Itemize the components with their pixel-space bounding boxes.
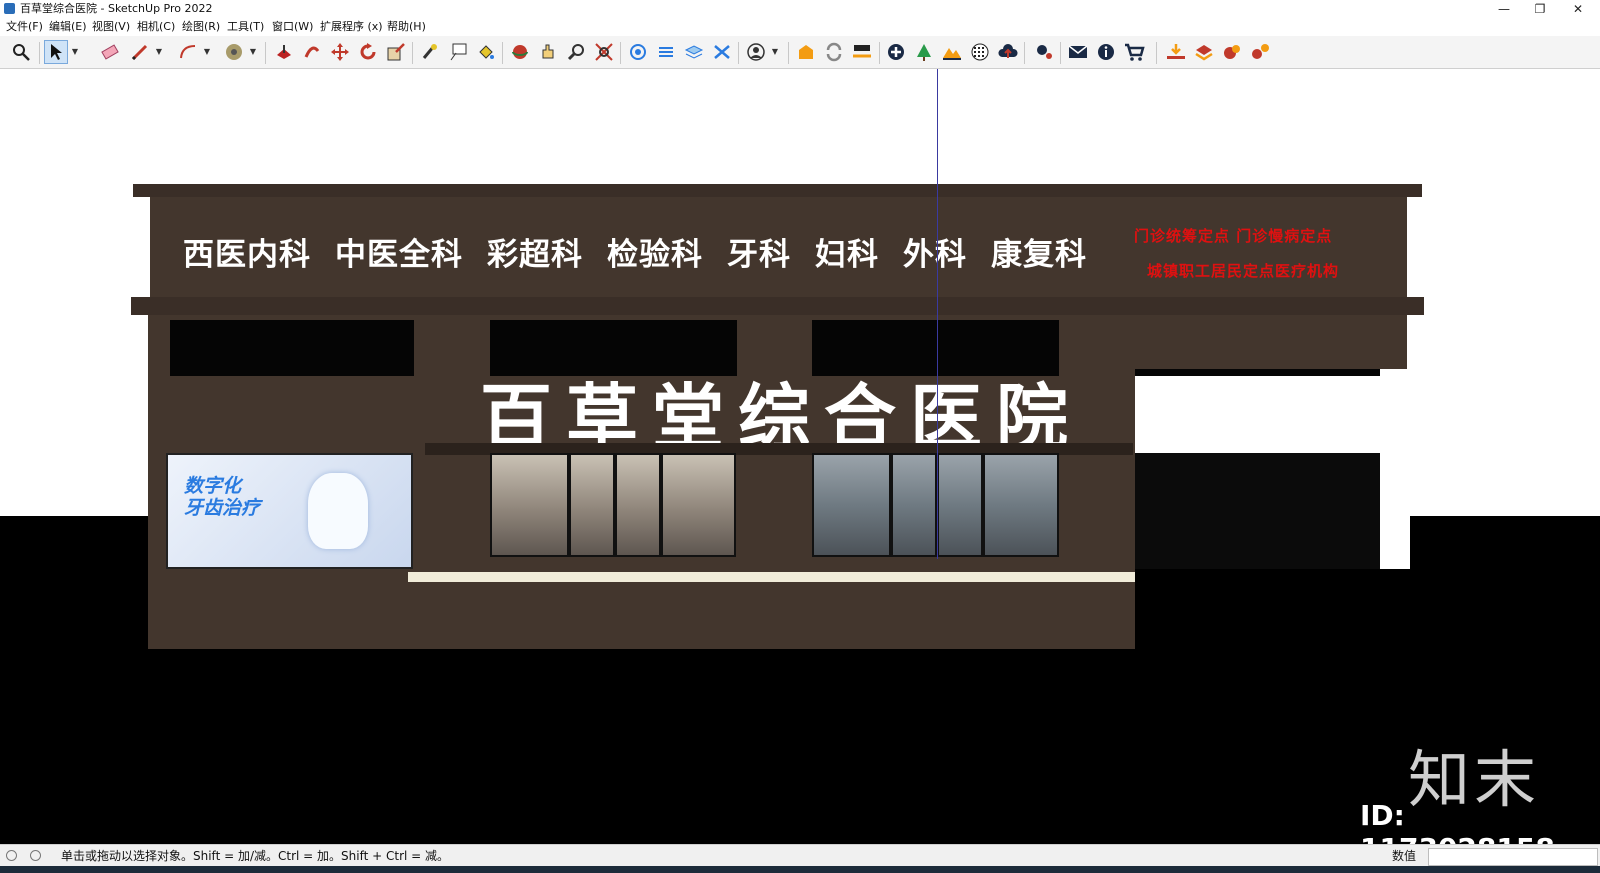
export-icon[interactable]: [1192, 40, 1216, 64]
eraser-icon[interactable]: [98, 40, 122, 64]
paint-dropdown[interactable]: ▼: [248, 40, 258, 64]
status-bar: 单击或拖动以选择对象。Shift = 加/减。Ctrl = 加。Shift + …: [0, 844, 1600, 867]
section-icon[interactable]: [626, 40, 650, 64]
main-toolbar: ▼ ▼ ▼ ▼ ▼: [0, 36, 1600, 69]
pencil-icon[interactable]: [128, 40, 152, 64]
dental-ad-panel: 数字化 牙齿治疗: [166, 453, 413, 569]
transfer-icon[interactable]: [850, 40, 874, 64]
ad-title: 数字化 牙齿治疗: [184, 475, 261, 519]
info-icon[interactable]: [1094, 40, 1118, 64]
insurance-notice-line1: 门诊统筹定点 门诊慢病定点: [1134, 227, 1333, 245]
zoom-icon[interactable]: [564, 40, 588, 64]
minimize-button[interactable]: —: [1488, 0, 1520, 18]
arc-icon[interactable]: [176, 40, 200, 64]
settings-icon[interactable]: [1032, 40, 1056, 64]
menu-tools[interactable]: 工具(T): [227, 18, 264, 36]
sketchup-app-icon: [4, 3, 15, 14]
status-message: 单击或拖动以选择对象。Shift = 加/减。Ctrl = 加。Shift + …: [61, 849, 450, 863]
pencil-dropdown[interactable]: ▼: [154, 40, 164, 64]
title-bar: 百草堂综合医院 - SketchUp Pro 2022 — ❐ ✕: [0, 0, 1600, 18]
storefront-glass-right: [812, 453, 1059, 557]
menu-view[interactable]: 视图(V): [92, 18, 130, 36]
paint-icon[interactable]: [222, 40, 246, 64]
department-label: 康复科: [991, 237, 1087, 273]
texture-icon[interactable]: [968, 40, 992, 64]
select-dropdown[interactable]: ▼: [70, 40, 80, 64]
menu-camera[interactable]: 相机(C): [137, 18, 175, 36]
render-icon[interactable]: [1220, 40, 1244, 64]
department-list: 西医内科 中医全科 彩超科 检验科 牙科 妇科 外科 康复科: [183, 229, 1111, 273]
tooth-graphic: [308, 473, 368, 549]
layers-icon[interactable]: [654, 40, 678, 64]
arc-dropdown[interactable]: ▼: [202, 40, 212, 64]
push-pull-icon[interactable]: [272, 40, 296, 64]
model-viewport[interactable]: 西医内科 中医全科 彩超科 检验科 牙科 妇科 外科 康复科 门诊统筹定点 门诊…: [0, 69, 1600, 844]
department-label: 西医内科: [183, 237, 311, 273]
select-icon[interactable]: [44, 40, 68, 64]
menu-edit[interactable]: 编辑(E): [49, 18, 87, 36]
department-label: 检验科: [607, 237, 703, 273]
pan-icon[interactable]: [536, 40, 560, 64]
zoom-extents-icon[interactable]: [592, 40, 616, 64]
components-icon[interactable]: [710, 40, 734, 64]
bottom-cornice: [131, 297, 1424, 315]
window-title: 百草堂综合医院 - SketchUp Pro 2022: [20, 2, 213, 15]
sync-icon[interactable]: [822, 40, 846, 64]
styles-icon[interactable]: [682, 40, 706, 64]
user-dropdown[interactable]: ▼: [770, 40, 780, 64]
menu-draw[interactable]: 绘图(R): [182, 18, 220, 36]
add-icon[interactable]: [884, 40, 908, 64]
rotate-icon[interactable]: [356, 40, 380, 64]
text-icon[interactable]: [446, 40, 470, 64]
upper-window-left: [170, 320, 414, 376]
department-label: 中医全科: [335, 237, 463, 273]
menu-extensions[interactable]: 扩展程序 (x): [320, 18, 383, 36]
department-label: 外科: [903, 237, 967, 273]
department-label: 彩超科: [487, 237, 583, 273]
restore-button[interactable]: ❐: [1524, 0, 1556, 18]
cart-icon[interactable]: [1122, 40, 1146, 64]
department-label: 妇科: [815, 237, 879, 273]
search-icon[interactable]: [9, 40, 33, 64]
menu-bar: 文件(F) 编辑(E) 视图(V) 相机(C) 绘图(R) 工具(T) 窗口(W…: [0, 18, 1600, 36]
side-lower-openings: [1135, 453, 1380, 569]
menu-help[interactable]: 帮助(H): [387, 18, 426, 36]
measurements-input[interactable]: [1428, 848, 1598, 866]
orbit-icon[interactable]: [508, 40, 532, 64]
geo-location-icon[interactable]: [6, 850, 17, 861]
cloud-upload-icon[interactable]: [996, 40, 1020, 64]
close-button[interactable]: ✕: [1562, 0, 1594, 18]
scale-icon[interactable]: [384, 40, 408, 64]
user-icon[interactable]: [744, 40, 768, 64]
terrain-icon[interactable]: [940, 40, 964, 64]
mail-icon[interactable]: [1066, 40, 1090, 64]
paint-bucket-icon[interactable]: [474, 40, 498, 64]
menu-window[interactable]: 窗口(W): [272, 18, 313, 36]
measurements-label: 数值: [1392, 849, 1417, 863]
insurance-notice-line2: 城镇职工居民定点医疗机构: [1147, 262, 1340, 280]
department-label: 牙科: [727, 237, 791, 273]
warehouse-icon[interactable]: [794, 40, 818, 64]
help-icon[interactable]: [30, 850, 41, 861]
taskbar-strip: [0, 866, 1600, 873]
gear-icon[interactable]: [1248, 40, 1272, 64]
menu-file[interactable]: 文件(F): [6, 18, 43, 36]
storefront-glass-left: [490, 453, 736, 557]
top-cornice: [133, 184, 1422, 197]
watermark-id: ID: 1173028158: [1360, 799, 1555, 844]
import-icon[interactable]: [1164, 40, 1188, 64]
follow-me-icon[interactable]: [300, 40, 324, 64]
tree-icon[interactable]: [912, 40, 936, 64]
blue-axis-line: [937, 69, 938, 559]
move-icon[interactable]: [328, 40, 352, 64]
tape-measure-icon[interactable]: [418, 40, 442, 64]
entrance-step: [408, 572, 1135, 582]
